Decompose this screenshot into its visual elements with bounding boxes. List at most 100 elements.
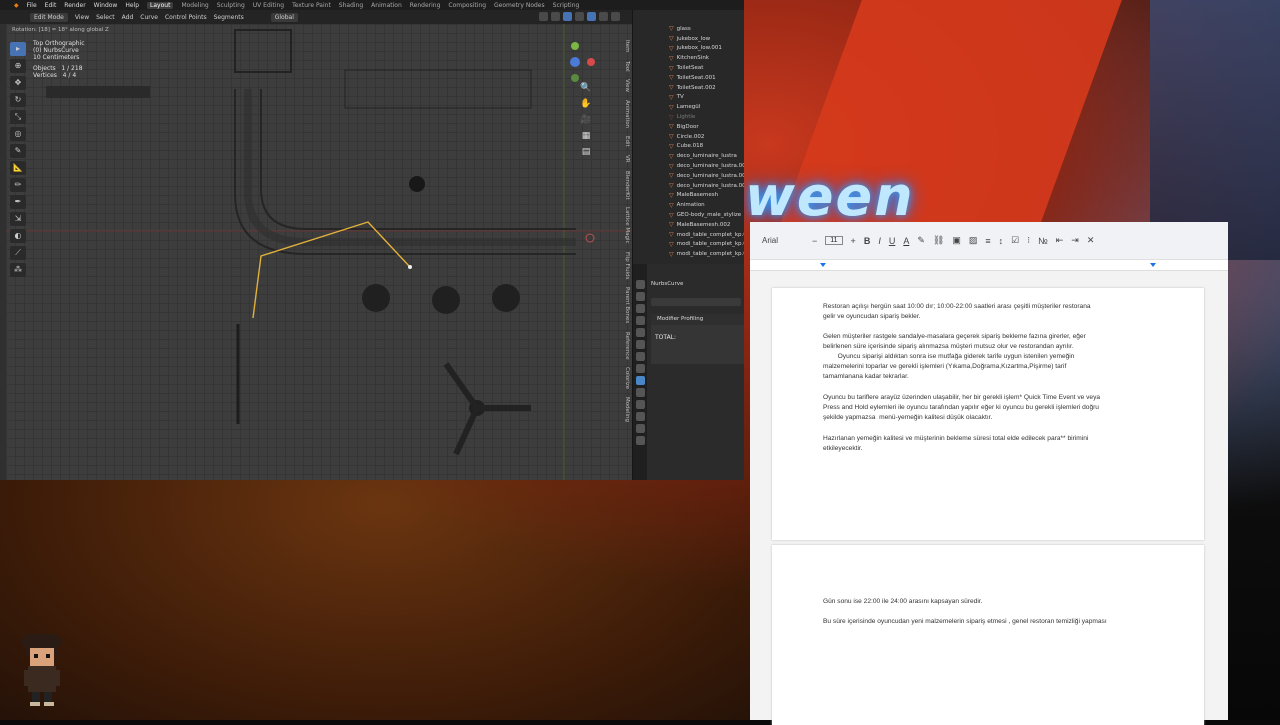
3d-viewport[interactable] [6,24,632,480]
outliner-item[interactable]: ▽ deco_luminaire_lustra [669,151,744,161]
outliner-item[interactable]: ▽ MaleBasemesh [669,191,744,201]
annotate-tool-icon[interactable]: ✎ [10,144,26,158]
data-props-icon[interactable] [635,412,645,421]
header-menu-curve[interactable]: Curve [140,14,158,21]
workspace-tab-rendering[interactable]: Rendering [410,2,441,9]
outliner-item[interactable]: ▽ Animation [669,200,744,210]
draw-tool-icon[interactable]: ✏ [10,178,26,192]
image-icon[interactable]: ▨ [969,235,978,246]
menu-file[interactable]: File [27,2,37,9]
workspace-tab-layout[interactable]: Layout [147,1,174,9]
header-menu-view[interactable]: View [75,14,89,21]
clear-formatting-icon[interactable]: ✕ [1087,235,1095,246]
highlight-icon[interactable]: ✎ [917,235,925,246]
side-tab[interactable]: BlenderKit [618,171,630,200]
material-props-icon[interactable] [635,424,645,433]
decrease-font-icon[interactable]: − [812,236,817,246]
text-color-icon[interactable]: A [903,236,909,246]
add-modifier-field[interactable] [651,298,741,306]
document-page-1[interactable]: Restoran açılışı hergün saat 10:00 dır; … [772,288,1204,540]
select-box-tool-icon[interactable]: ▸ [10,42,26,56]
toggle-grid-icon[interactable]: ▤ [580,146,592,158]
zoom-icon[interactable]: 🔍 [580,82,592,94]
side-tab[interactable]: Animation [618,100,630,128]
transform-tool-icon[interactable]: ◎ [10,127,26,141]
workspace-tab-sculpting[interactable]: Sculpting [217,2,245,9]
outliner-item[interactable]: ▽ jukebox_low [669,34,744,44]
view-layer-props-icon[interactable] [635,316,645,325]
move-tool-icon[interactable]: ✥ [10,76,26,90]
side-tab[interactable]: Modeling [618,397,630,422]
overlay-icon[interactable] [563,12,572,21]
header-menu-control-points[interactable]: Control Points [165,14,207,21]
mode-dropdown[interactable]: Edit Mode [30,12,68,22]
proportional-icon[interactable] [551,12,560,21]
font-size-input[interactable]: 11 [825,236,843,245]
header-menu-segments[interactable]: Segments [214,14,244,21]
pan-hand-icon[interactable]: ✋ [580,98,592,110]
measure-tool-icon[interactable]: 📐 [10,161,26,175]
decrease-indent-icon[interactable]: ⇤ [1056,235,1064,246]
align-icon[interactable]: ≡ [985,236,990,246]
panel-header[interactable]: Modifier Profiling [651,314,744,325]
side-tab[interactable]: Flip Fluids [618,252,630,280]
side-tab[interactable]: Reference [618,332,630,360]
workspace-tab-uv-editing[interactable]: UV Editing [253,2,284,9]
side-tab[interactable]: Item [618,40,630,53]
scale-tool-icon[interactable]: ⤡ [10,110,26,124]
increase-indent-icon[interactable]: ⇥ [1071,235,1079,246]
xray-icon[interactable] [575,12,584,21]
outliner-item[interactable]: ▽ Lamegül [669,102,744,112]
line-spacing-icon[interactable]: ↕ [999,236,1004,246]
outliner-item[interactable]: ▽ modi_table_complet_kp.00 [669,230,744,240]
italic-icon[interactable]: I [878,236,881,246]
left-indent-marker[interactable] [820,263,826,267]
extrude-tool-icon[interactable]: ⇲ [10,212,26,226]
increase-font-icon[interactable]: + [851,236,856,246]
menu-window[interactable]: Window [94,2,118,9]
material-shading-icon[interactable] [599,12,608,21]
document-page-2[interactable]: Gün sonu ise 22:00 ile 24:00 arasını kap… [772,545,1204,725]
texture-props-icon[interactable] [635,436,645,445]
modifier-props-icon[interactable] [635,376,645,385]
side-tab[interactable]: Parent Bones [618,287,630,323]
outliner-item[interactable]: ▽ ToiletSeat.001 [669,73,744,83]
workspace-tab-geometry-nodes[interactable]: Geometry Nodes [494,2,545,9]
outliner-item[interactable]: ▽ ToiletSeat.002 [669,83,744,93]
workspace-tab-scripting[interactable]: Scripting [553,2,580,9]
side-tab[interactable]: Lattice Magic [618,207,630,244]
side-tab[interactable]: VR [618,155,630,163]
tilt-tool-icon[interactable]: ⟋ [10,246,26,260]
rotate-tool-icon[interactable]: ↻ [10,93,26,107]
tool-props-icon[interactable] [635,280,645,289]
radius-tool-icon[interactable]: ◐ [10,229,26,243]
blender-logo-icon[interactable]: ◆ [14,2,19,9]
workspace-tab-modeling[interactable]: Modeling [181,2,208,9]
underline-icon[interactable]: U [889,236,896,246]
outliner-item[interactable]: ▽ deco_luminaire_lustra.003 [669,171,744,181]
side-tab[interactable]: View [618,79,630,92]
output-props-icon[interactable] [635,304,645,313]
workspace-tab-compositing[interactable]: Compositing [448,2,486,9]
outliner-item[interactable]: ▽ MaleBasemesh.002 [669,220,744,230]
side-tab[interactable]: Edit [618,136,630,147]
menu-edit[interactable]: Edit [45,2,57,9]
outliner-item[interactable]: ▽ Circle.002 [669,132,744,142]
outliner-item[interactable]: ▽ jukebox_low.001 [669,44,744,54]
workspace-tab-shading[interactable]: Shading [339,2,363,9]
header-menu-add[interactable]: Add [122,14,134,21]
outliner-item[interactable]: ▽ modi_table_complet_kp.00 [669,249,744,259]
workspace-tab-texture-paint[interactable]: Texture Paint [292,2,331,9]
snap-icon[interactable] [539,12,548,21]
constraint-props-icon[interactable] [635,400,645,409]
outliner-item[interactable]: ▽ ToiletSeat [669,63,744,73]
world-props-icon[interactable] [635,340,645,349]
modifier-profiling-panel[interactable]: Modifier Profiling TOTAL: [651,314,744,364]
render-props-icon[interactable] [635,292,645,301]
outliner-item[interactable]: ▽ deco_luminaire_lustra.002 [669,161,744,171]
ortho-grid-icon[interactable]: ▦ [580,130,592,142]
menu-help[interactable]: Help [125,2,139,9]
side-tab[interactable]: Tool [618,61,630,72]
outliner-item[interactable]: ▽ KitchenSink [669,53,744,63]
font-family-dropdown[interactable]: Arial [762,236,804,245]
